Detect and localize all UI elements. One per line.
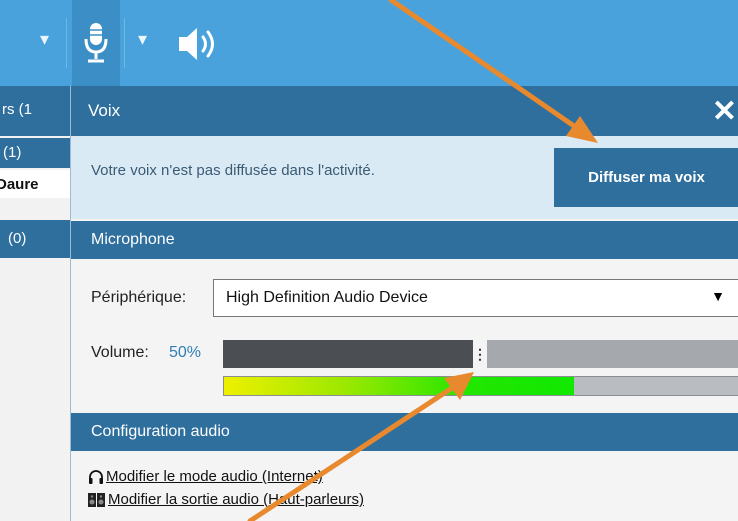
volume-slider[interactable]: ⋮ — [223, 340, 738, 368]
dialog-header: Voix ✕ — [71, 86, 738, 136]
broadcast-voice-button[interactable]: Diffuser ma voix — [554, 148, 738, 207]
audio-mode-link-row[interactable]: Modifier le mode audio (Internet) — [88, 468, 323, 485]
participant-name: Daure — [0, 176, 39, 193]
volume-slider-handle[interactable]: ⋮ — [473, 340, 487, 368]
microphone-section-header: Microphone — [71, 221, 738, 259]
input-level-fill — [224, 377, 574, 395]
toolbar-divider — [124, 18, 125, 68]
toolbar-divider — [66, 18, 67, 68]
close-icon[interactable]: ✕ — [712, 94, 737, 129]
audio-mode-link[interactable]: Modifier le mode audio (Internet) — [106, 468, 323, 485]
participants-header-label: rs (1 — [2, 101, 32, 118]
participants-header[interactable]: rs (1 — [0, 86, 70, 136]
audio-output-link-row[interactable]: Modifier la sortie audio (Haut-parleurs) — [88, 491, 364, 508]
device-select[interactable]: High Definition Audio Device ▼ — [213, 279, 738, 317]
speaker-button[interactable] — [175, 22, 225, 71]
participants-panel: rs (1 (1) Daure (0) — [0, 86, 70, 521]
audio-output-link[interactable]: Modifier la sortie audio (Haut-parleurs) — [108, 491, 364, 508]
volume-slider-fill — [223, 340, 473, 368]
microphone-button[interactable] — [72, 0, 120, 86]
top-toolbar: ▾ ▾ — [0, 0, 738, 86]
volume-label: Volume: — [91, 344, 149, 361]
speakers-icon — [88, 492, 105, 507]
voice-status-panel: Votre voix n'est pas diffusée dans l'act… — [71, 136, 738, 219]
headphones-icon — [89, 469, 103, 484]
group-count: (1) — [3, 144, 22, 161]
volume-percentage: 50% — [169, 344, 202, 361]
participants-group-row[interactable]: (0) — [0, 220, 70, 258]
voice-dialog: Voix ✕ Votre voix n'est pas diffusée dan… — [70, 86, 738, 521]
chevron-down-icon[interactable]: ▾ — [40, 30, 49, 48]
group-count: (0) — [8, 230, 27, 247]
voice-status-text: Votre voix n'est pas diffusée dans l'act… — [91, 162, 375, 179]
audio-config-section-header: Configuration audio — [71, 413, 738, 451]
participants-group-row[interactable]: (1) — [0, 138, 70, 168]
device-select-value: High Definition Audio Device — [226, 289, 428, 306]
device-label: Périphérique: — [91, 289, 187, 306]
chevron-down-icon[interactable]: ▾ — [138, 30, 147, 48]
dialog-title: Voix — [88, 101, 121, 120]
microphone-icon — [84, 23, 108, 63]
participant-row[interactable]: Daure — [0, 170, 70, 198]
speaker-icon — [179, 28, 214, 60]
input-level-meter — [223, 376, 738, 396]
dropdown-arrow-icon: ▼ — [711, 288, 725, 304]
